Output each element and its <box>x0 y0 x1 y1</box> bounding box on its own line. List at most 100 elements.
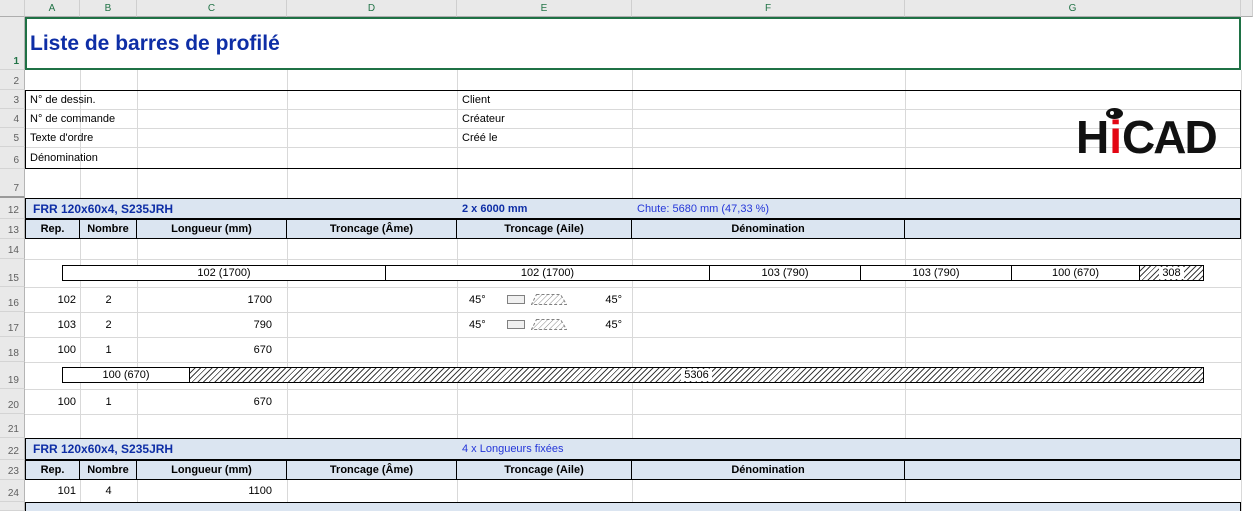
info-label-denomination[interactable]: Dénomination <box>25 147 275 168</box>
select-all-corner[interactable] <box>0 0 25 17</box>
row-header-15[interactable]: 15 <box>0 259 25 287</box>
cut-symbol-rect-icon <box>507 320 525 329</box>
table-header-ame[interactable]: Troncage (Âme) <box>287 460 457 480</box>
table-header-nombre[interactable]: Nombre <box>80 219 137 239</box>
info-label-commande[interactable]: N° de commande <box>25 109 275 128</box>
cut-angle-left: 45° <box>469 294 486 306</box>
rep-cell[interactable]: 102 <box>25 287 80 312</box>
partial-row-band <box>25 502 1241 511</box>
bar-waste-label: 5306 <box>681 369 711 381</box>
cutting-bar-2: 100 (670) 5306 <box>62 367 1204 383</box>
hicad-logo: H i CAD <box>1076 102 1216 160</box>
row-header-2[interactable]: 2 <box>0 70 25 90</box>
info-label-dessin[interactable]: N° de dessin. <box>25 90 275 109</box>
column-header-g[interactable]: G <box>905 0 1241 17</box>
cut-symbol-mitre-icon <box>531 294 567 305</box>
table-header-rep[interactable]: Rep. <box>25 460 80 480</box>
rep-cell[interactable]: 100 <box>25 337 80 362</box>
eye-icon <box>1106 108 1123 119</box>
length-cell[interactable]: 670 <box>137 389 287 414</box>
bar-segment: 100 (670) <box>62 367 190 383</box>
rep-cell[interactable]: 103 <box>25 312 80 337</box>
column-header-a[interactable]: A <box>25 0 80 17</box>
info-label-creele[interactable]: Créé le <box>457 128 627 147</box>
row-header-22[interactable]: 22 <box>0 438 25 460</box>
row-header-7[interactable]: 7 <box>0 169 25 198</box>
logo-text-cad: CAD <box>1122 114 1216 160</box>
row-header-24[interactable]: 24 <box>0 480 25 502</box>
logo-text-i: i <box>1107 114 1122 160</box>
nombre-cell[interactable]: 2 <box>80 287 137 312</box>
cut-angle-right: 45° <box>605 319 622 331</box>
column-header-c[interactable]: C <box>137 0 287 17</box>
logo-text-h: H <box>1076 114 1107 160</box>
info-label-ordre[interactable]: Texte d'ordre <box>25 128 275 147</box>
nombre-cell[interactable]: 1 <box>80 337 137 362</box>
gridline <box>25 259 1241 260</box>
cutting-bar-1: 102 (1700) 102 (1700) 103 (790) 103 (790… <box>62 265 1204 281</box>
cut-angle-left: 45° <box>469 319 486 331</box>
row-header-14[interactable]: 14 <box>0 239 25 259</box>
nombre-cell[interactable]: 4 <box>80 480 137 502</box>
length-cell[interactable]: 670 <box>137 337 287 362</box>
cut-symbol-rect-icon <box>507 295 525 304</box>
column-header-d[interactable]: D <box>287 0 457 17</box>
spreadsheet: A B C D E F G 1 2 3 4 5 6 7 12 13 14 15 … <box>0 0 1253 511</box>
row-header-16[interactable]: 16 <box>0 287 25 312</box>
table-header-denom[interactable]: Dénomination <box>632 460 905 480</box>
table-header-aile[interactable]: Troncage (Aile) <box>457 219 632 239</box>
row-header-17[interactable]: 17 <box>0 312 25 337</box>
rep-cell[interactable]: 101 <box>25 480 80 502</box>
row-header-23[interactable]: 23 <box>0 460 25 480</box>
row-header-5[interactable]: 5 <box>0 128 25 147</box>
column-header-b[interactable]: B <box>80 0 137 17</box>
table-header-empty[interactable] <box>905 460 1241 480</box>
bar-segment: 102 (1700) <box>386 265 710 281</box>
gridline <box>25 414 1241 415</box>
table-header-aile[interactable]: Troncage (Aile) <box>457 460 632 480</box>
bar-segment: 103 (790) <box>710 265 861 281</box>
section-2-profile[interactable]: FRR 120x60x4, S235JRH <box>33 438 433 460</box>
bar-segment: 103 (790) <box>861 265 1012 281</box>
table-header-longueur[interactable]: Longueur (mm) <box>137 219 287 239</box>
row-header-21[interactable]: 21 <box>0 414 25 438</box>
table-header-empty[interactable] <box>905 219 1241 239</box>
row-header-13[interactable]: 13 <box>0 219 25 239</box>
row-header-1[interactable]: 1 <box>0 17 25 70</box>
info-label-client[interactable]: Client <box>457 90 627 109</box>
nombre-cell[interactable]: 2 <box>80 312 137 337</box>
section-1-profile[interactable]: FRR 120x60x4, S235JRH <box>33 198 433 219</box>
row-header-3[interactable]: 3 <box>0 90 25 109</box>
nombre-cell[interactable]: 1 <box>80 389 137 414</box>
row-header-20[interactable]: 20 <box>0 389 25 414</box>
table-header-denom[interactable]: Dénomination <box>632 219 905 239</box>
section-1-waste[interactable]: Chute: 5680 mm (47,33 %) <box>637 198 903 219</box>
section-2-quantity[interactable]: 4 x Longueurs fixées <box>462 438 722 460</box>
cut-aile-cell[interactable]: 45° 45° <box>457 312 632 337</box>
bar-segment: 100 (670) <box>1012 265 1140 281</box>
length-cell[interactable]: 1700 <box>137 287 287 312</box>
table-header-nombre[interactable]: Nombre <box>80 460 137 480</box>
cut-angle-right: 45° <box>605 294 622 306</box>
column-header-e[interactable]: E <box>457 0 632 17</box>
bar-waste-segment: 5306 <box>190 367 1204 383</box>
row-header-25[interactable] <box>0 502 25 511</box>
cut-aile-cell[interactable]: 45° 45° <box>457 287 632 312</box>
section-1-quantity[interactable]: 2 x 6000 mm <box>462 198 630 219</box>
table-header-ame[interactable]: Troncage (Âme) <box>287 219 457 239</box>
page-title[interactable]: Liste de barres de profilé <box>25 17 1241 70</box>
row-header-19[interactable]: 19 <box>0 362 25 389</box>
bar-waste-label: 308 <box>1159 267 1183 279</box>
row-header-12[interactable]: 12 <box>0 198 25 219</box>
column-header-partial[interactable] <box>1241 0 1253 17</box>
length-cell[interactable]: 790 <box>137 312 287 337</box>
length-cell[interactable]: 1100 <box>137 480 287 502</box>
info-label-createur[interactable]: Créateur <box>457 109 627 128</box>
table-header-longueur[interactable]: Longueur (mm) <box>137 460 287 480</box>
row-header-4[interactable]: 4 <box>0 109 25 128</box>
row-header-6[interactable]: 6 <box>0 147 25 169</box>
table-header-rep[interactable]: Rep. <box>25 219 80 239</box>
rep-cell[interactable]: 100 <box>25 389 80 414</box>
row-header-18[interactable]: 18 <box>0 337 25 362</box>
column-header-f[interactable]: F <box>632 0 905 17</box>
